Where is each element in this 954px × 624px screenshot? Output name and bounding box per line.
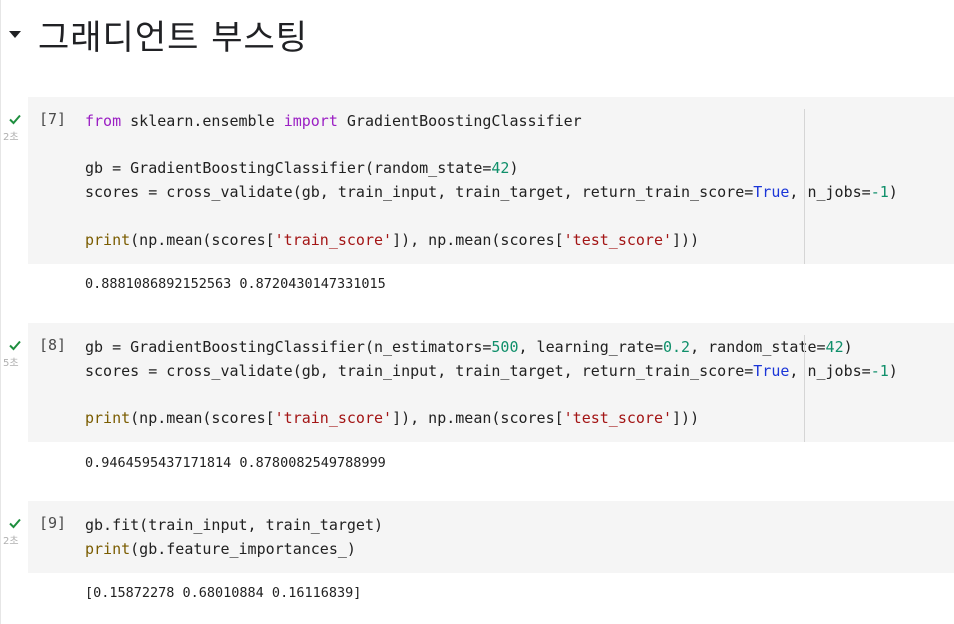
code-line: gb = GradientBoostingClassifier(n_estima… <box>85 335 853 359</box>
code-token: gb = GradientBoostingClassifier(n_estima… <box>85 338 492 356</box>
function-token: print <box>85 231 131 249</box>
code-token: ) <box>888 183 898 201</box>
code-cell-8[interactable]: 5초 [8] gb = GradientBoostingClassifier(n… <box>0 323 954 478</box>
section-header: 그래디언트 부스팅 <box>0 0 954 60</box>
code-token: ) <box>509 159 519 177</box>
string-token: 'train_score' <box>274 409 393 427</box>
code-token: , random_state= <box>690 338 826 356</box>
keyword-token: import <box>283 112 338 130</box>
keyword-token: from <box>85 112 122 130</box>
code-token: scores = cross_validate(gb, train_input,… <box>85 362 754 380</box>
cell-run-gutter[interactable]: 5초 <box>0 338 28 378</box>
execution-count: [7] <box>39 110 67 128</box>
execution-duration: 2초 <box>3 536 19 547</box>
cell-run-gutter[interactable]: 2초 <box>0 112 28 152</box>
cell-output: 0.9464595437171814 0.8780082549788999 <box>85 455 386 471</box>
number-token: 42 <box>825 338 844 356</box>
string-token: 'test_score' <box>563 231 673 249</box>
number-token: 42 <box>491 159 510 177</box>
code-token: ]), np.mean(scores[ <box>392 409 564 427</box>
number-token: 0.2 <box>662 338 691 356</box>
number-token: -1 <box>870 183 889 201</box>
line-length-ruler <box>804 109 805 264</box>
code-token: ) <box>843 338 853 356</box>
code-token: ]), np.mean(scores[ <box>392 231 564 249</box>
code-line: from sklearn.ensemble import GradientBoo… <box>85 109 582 133</box>
code-token: ) <box>888 362 898 380</box>
code-editor[interactable]: [8] gb = GradientBoostingClassifier(n_es… <box>28 323 954 442</box>
code-line: gb = GradientBoostingClassifier(random_s… <box>85 156 518 180</box>
builtin-token: True <box>753 362 790 380</box>
cell-output: 0.8881086892152563 0.8720430147331015 <box>85 276 386 292</box>
check-icon <box>9 340 21 351</box>
code-token: , learning_rate= <box>518 338 663 356</box>
string-token: 'test_score' <box>563 409 673 427</box>
code-line: print(gb.feature_importances_) <box>85 537 356 561</box>
execution-duration: 5초 <box>3 358 19 369</box>
code-token: (gb.feature_importances_) <box>130 540 356 558</box>
function-token: print <box>85 540 131 558</box>
code-token: (np.mean(scores[ <box>130 409 275 427</box>
code-token: , n_jobs= <box>789 183 871 201</box>
execution-count: [8] <box>39 336 67 354</box>
execution-duration: 2초 <box>3 132 19 143</box>
check-icon <box>9 518 21 529</box>
code-cell-9[interactable]: 2초 [9] gb.fit(train_input, train_target)… <box>0 501 954 611</box>
code-token: , n_jobs= <box>789 362 871 380</box>
check-icon <box>9 114 21 125</box>
execution-count: [9] <box>39 514 67 532</box>
code-token: sklearn.ensemble <box>121 112 284 130</box>
code-line: print(np.mean(scores['train_score']), np… <box>85 406 699 430</box>
string-token: 'train_score' <box>274 231 393 249</box>
number-token: -1 <box>870 362 889 380</box>
cell-run-gutter[interactable]: 2초 <box>0 516 28 556</box>
cell-output: [0.15872278 0.68010884 0.16116839] <box>85 585 362 601</box>
line-length-ruler <box>804 335 805 442</box>
code-token: (np.mean(scores[ <box>130 231 275 249</box>
code-token: ])) <box>672 409 700 427</box>
code-editor[interactable]: [9] gb.fit(train_input, train_target) pr… <box>28 501 954 573</box>
section-title: 그래디언트 부스팅 <box>38 18 309 58</box>
builtin-token: True <box>753 183 790 201</box>
code-editor[interactable]: [7] from sklearn.ensemble import Gradien… <box>28 97 954 264</box>
code-token: scores = cross_validate(gb, train_input,… <box>85 183 754 201</box>
caret-down-icon[interactable] <box>9 31 21 38</box>
code-token: GradientBoostingClassifier <box>337 112 582 130</box>
code-line: scores = cross_validate(gb, train_input,… <box>85 359 898 383</box>
code-token: gb = GradientBoostingClassifier(random_s… <box>85 159 492 177</box>
code-line: print(np.mean(scores['train_score']), np… <box>85 228 699 252</box>
code-token: ])) <box>672 231 700 249</box>
code-cell-7[interactable]: 2초 [7] from sklearn.ensemble import Grad… <box>0 97 954 302</box>
code-line: gb.fit(train_input, train_target) <box>85 513 383 537</box>
number-token: 500 <box>491 338 519 356</box>
code-line: scores = cross_validate(gb, train_input,… <box>85 180 898 204</box>
function-token: print <box>85 409 131 427</box>
code-token: gb.fit(train_input, train_target) <box>85 516 384 534</box>
